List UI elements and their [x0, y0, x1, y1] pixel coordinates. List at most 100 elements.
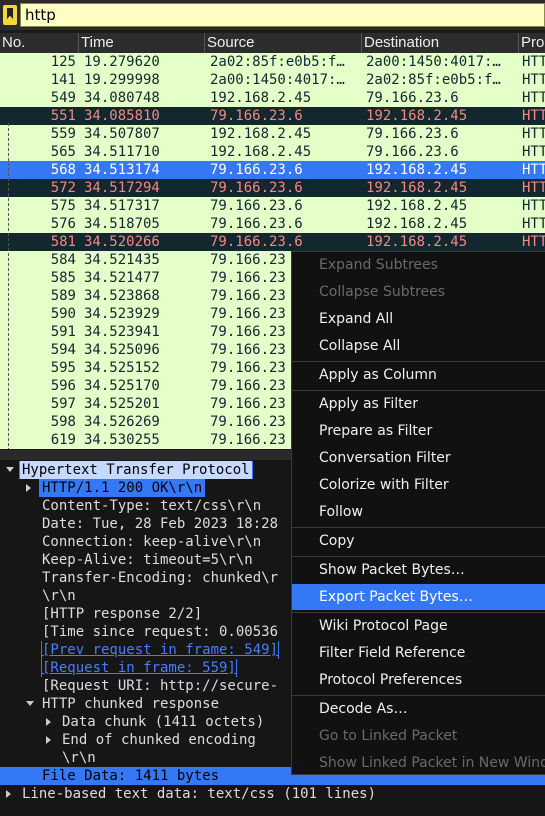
packet-source: 79.166.23	[210, 288, 286, 304]
packet-protocol: HTT	[522, 216, 545, 232]
packet-row[interactable]: 576 34.518705 79.166.23.6 192.168.2.45 HTT	[0, 215, 545, 233]
menu-item-prepare-as-filter[interactable]: Prepare as Filter	[292, 418, 545, 444]
collapse-arrow-icon[interactable]	[26, 484, 31, 492]
packet-protocol: HTT	[522, 162, 545, 178]
packet-time: 34.513174	[84, 162, 160, 178]
packet-destination: 79.166.23.6	[366, 126, 459, 142]
packet-time: 34.525201	[84, 396, 160, 412]
expand-arrow-icon[interactable]	[6, 467, 14, 472]
detail-tree-label: Keep-Alive: timeout=5\r\n	[42, 552, 253, 568]
menu-item-export-packet-bytes[interactable]: Export Packet Bytes…	[292, 584, 545, 610]
menu-item-collapse-all[interactable]: Collapse All	[292, 333, 545, 359]
packet-source: 79.166.23	[210, 342, 286, 358]
packet-protocol: HTT	[522, 54, 545, 70]
display-filter-input[interactable]: http	[20, 3, 545, 27]
packet-time: 34.518705	[84, 216, 160, 232]
menu-item-apply-as-column[interactable]: Apply as Column	[292, 362, 545, 388]
column-header-source[interactable]: Source	[205, 33, 362, 53]
detail-tree-label: Content-Type: text/css\r\n	[42, 498, 262, 514]
detail-tree-label: [Request in frame: 559]	[41, 659, 237, 677]
packet-number: 590	[50, 306, 76, 322]
packet-number: 591	[50, 324, 76, 340]
packet-protocol: HTT	[522, 180, 545, 196]
packet-row[interactable]: 565 34.511710 192.168.2.45 79.166.23.6 HTT	[0, 143, 545, 161]
packet-source: 79.166.23	[210, 360, 286, 376]
packet-time: 34.517294	[84, 180, 160, 196]
packet-number: 568	[50, 162, 76, 178]
menu-item-show-packet-bytes[interactable]: Show Packet Bytes…	[292, 557, 545, 583]
packet-row[interactable]: 141 19.299998 2a00:1450:4017:… 2a02:85f:e0b…	[0, 71, 545, 89]
packet-number: 559	[50, 126, 76, 142]
related-packets-line	[8, 123, 9, 449]
packet-protocol: HTT	[522, 126, 545, 142]
packet-time: 34.525152	[84, 360, 160, 376]
packet-protocol: HTT	[522, 234, 545, 250]
packet-number: 125	[50, 54, 76, 70]
column-header-protocol[interactable]: Pro	[519, 33, 545, 53]
packet-number: 585	[50, 270, 76, 286]
menu-item-filter-field-reference[interactable]: Filter Field Reference	[292, 640, 545, 666]
packet-row[interactable]: 549 34.080748 192.168.2.45 79.166.23.6 HTT	[0, 89, 545, 107]
packet-time: 19.299998	[84, 72, 160, 88]
detail-tree-label: [HTTP response 2/2]	[42, 606, 203, 622]
packet-number: 589	[50, 288, 76, 304]
packet-row[interactable]: 125 19.279620 2a02:85f:e0b5:f… 2a00:1450:40…	[0, 53, 545, 71]
collapse-arrow-icon[interactable]	[46, 736, 51, 744]
collapse-arrow-icon[interactable]	[6, 790, 11, 798]
menu-item-apply-as-filter[interactable]: Apply as Filter	[292, 391, 545, 417]
packet-number: 572	[50, 180, 76, 196]
context-menu: Expand Subtrees Collapse Subtrees Expand A…	[291, 251, 545, 775]
menu-item-protocol-preferences[interactable]: Protocol Preferences	[292, 667, 545, 693]
packet-source: 79.166.23	[210, 432, 286, 448]
detail-tree-label: Connection: keep-alive\r\n	[42, 534, 262, 550]
packet-number: 575	[50, 198, 76, 214]
packet-time: 34.521477	[84, 270, 160, 286]
packet-number: 597	[50, 396, 76, 412]
detail-tree-label: \r\n	[42, 588, 76, 604]
menu-item-expand-subtrees: Expand Subtrees	[319, 257, 438, 273]
menu-item-colorize-with-filter[interactable]: Colorize with Filter	[292, 472, 545, 498]
packet-row[interactable]: 575 34.517317 79.166.23.6 192.168.2.45 HTT	[0, 197, 545, 215]
menu-item-follow[interactable]: Follow	[292, 499, 545, 525]
packet-source: 79.166.23.6	[210, 216, 303, 232]
menu-item-copy[interactable]: Copy	[292, 528, 545, 554]
packet-time: 34.080748	[84, 90, 160, 106]
detail-tree-label: [Time since request: 0.00536	[42, 624, 279, 640]
bookmark-icon[interactable]	[3, 5, 17, 25]
packet-row[interactable]: 559 34.507807 192.168.2.45 79.166.23.6 HTT	[0, 125, 545, 143]
packet-number: 549	[50, 90, 76, 106]
packet-number: 584	[50, 252, 76, 268]
menu-item-expand-all[interactable]: Expand All	[292, 306, 545, 332]
packet-row[interactable]: 581 34.520266 79.166.23.6 192.168.2.45 HTT	[0, 233, 545, 251]
detail-tree-item[interactable]: Line-based text data: text/css (101 line…	[0, 785, 545, 803]
detail-tree-label: HTTP chunked response	[42, 696, 220, 712]
packet-time: 34.523868	[84, 288, 160, 304]
packet-row[interactable]: 551 34.085810 79.166.23.6 192.168.2.45 HTT	[0, 107, 545, 125]
packet-source: 192.168.2.45	[210, 144, 312, 160]
packet-destination: 192.168.2.45	[366, 180, 468, 196]
column-header-time[interactable]: Time	[79, 33, 205, 53]
packet-source: 2a02:85f:e0b5:f…	[210, 54, 345, 70]
packet-row[interactable]: 568 34.513174 79.166.23.6 192.168.2.45 HTT	[0, 161, 545, 179]
packet-time: 34.521435	[84, 252, 160, 268]
detail-tree-label: Transfer-Encoding: chunked\r	[42, 570, 279, 586]
collapse-arrow-icon[interactable]	[46, 718, 51, 726]
menu-item-wiki-protocol-page[interactable]: Wiki Protocol Page	[292, 613, 545, 639]
packet-time: 34.523941	[84, 324, 160, 340]
packet-destination: 192.168.2.45	[366, 198, 468, 214]
packet-row[interactable]: 572 34.517294 79.166.23.6 192.168.2.45 HTT	[0, 179, 545, 197]
packet-number: 595	[50, 360, 76, 376]
packet-source: 79.166.23	[210, 414, 286, 430]
packet-time: 19.279620	[84, 54, 160, 70]
detail-tree-label: End of chunked encoding	[62, 732, 256, 748]
column-header-no[interactable]: No.	[0, 33, 79, 53]
packet-source: 192.168.2.45	[210, 90, 312, 106]
detail-tree-label: \r\n	[62, 750, 96, 766]
expand-arrow-icon[interactable]	[26, 701, 34, 706]
packet-source: 79.166.23.6	[210, 180, 303, 196]
column-header-destination[interactable]: Destination	[362, 33, 519, 53]
menu-item-conversation-filter[interactable]: Conversation Filter	[292, 445, 545, 471]
packet-time: 34.525170	[84, 378, 160, 394]
menu-item-decode-as[interactable]: Decode As…	[292, 696, 545, 722]
packet-time: 34.530255	[84, 432, 160, 448]
